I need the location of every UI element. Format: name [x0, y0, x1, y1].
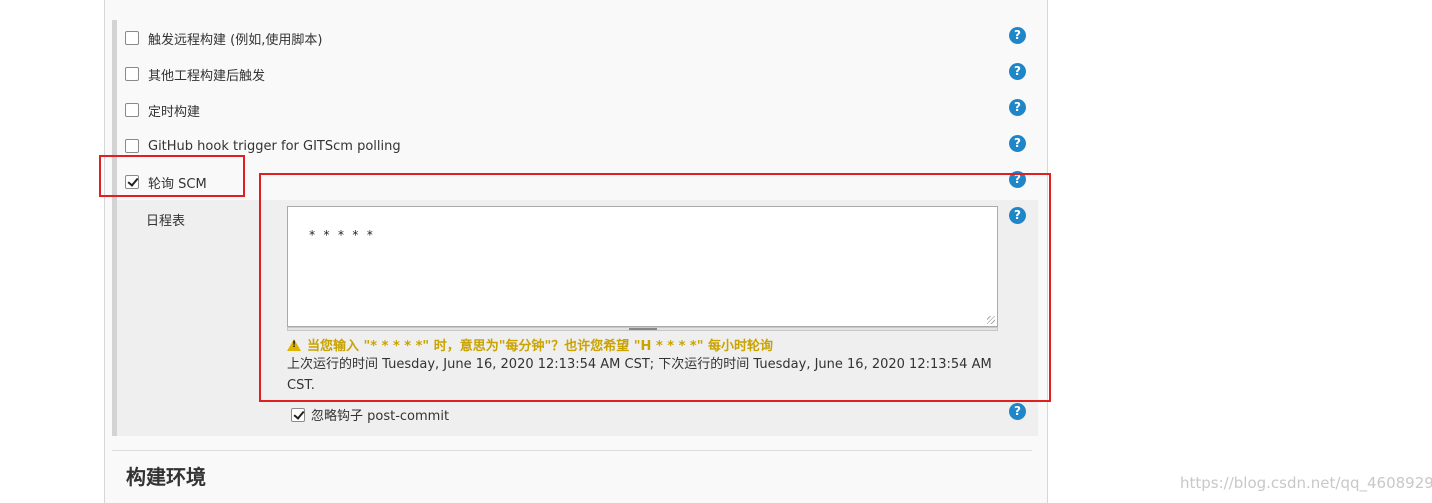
- trigger-github-hook-checkbox[interactable]: [125, 139, 139, 153]
- watermark: https://blog.csdn.net/qq_46089299: [1180, 474, 1432, 492]
- ignore-post-commit-row[interactable]: 忽略钩子 post-commit: [291, 405, 449, 424]
- trigger-github-hook-row[interactable]: GitHub hook trigger for GITScm polling: [125, 135, 401, 157]
- trigger-after-other-label: 其他工程构建后触发: [148, 68, 266, 84]
- ignore-post-commit-label: 忽略钩子 post-commit: [311, 409, 450, 424]
- trigger-periodic-help-icon[interactable]: ?: [1009, 99, 1026, 116]
- schedule-label: 日程表: [146, 214, 186, 229]
- trigger-github-hook-label: GitHub hook trigger for GITScm polling: [148, 138, 401, 154]
- trigger-remote-row[interactable]: 触发远程构建 (例如,使用脚本): [125, 27, 322, 49]
- trigger-periodic-row[interactable]: 定时构建: [125, 99, 200, 121]
- annotation-box-schedule: [259, 173, 1051, 402]
- section-divider: [112, 450, 1032, 451]
- trigger-remote-label: 触发远程构建 (例如,使用脚本): [148, 32, 323, 48]
- trigger-remote-checkbox[interactable]: [125, 31, 139, 45]
- ignore-post-commit-help-icon[interactable]: ?: [1009, 403, 1026, 420]
- annotation-box-poll-scm: [99, 155, 245, 197]
- trigger-github-hook-help-icon[interactable]: ?: [1009, 135, 1026, 152]
- ignore-post-commit-checkbox[interactable]: [291, 407, 305, 422]
- trigger-after-other-help-icon[interactable]: ?: [1009, 63, 1026, 80]
- trigger-periodic-checkbox[interactable]: [125, 103, 139, 117]
- trigger-after-other-checkbox[interactable]: [125, 67, 139, 81]
- trigger-after-other-row[interactable]: 其他工程构建后触发: [125, 63, 265, 85]
- build-environment-heading: 构建环境: [126, 465, 206, 489]
- trigger-periodic-label: 定时构建: [148, 104, 201, 120]
- trigger-remote-help-icon[interactable]: ?: [1009, 27, 1026, 44]
